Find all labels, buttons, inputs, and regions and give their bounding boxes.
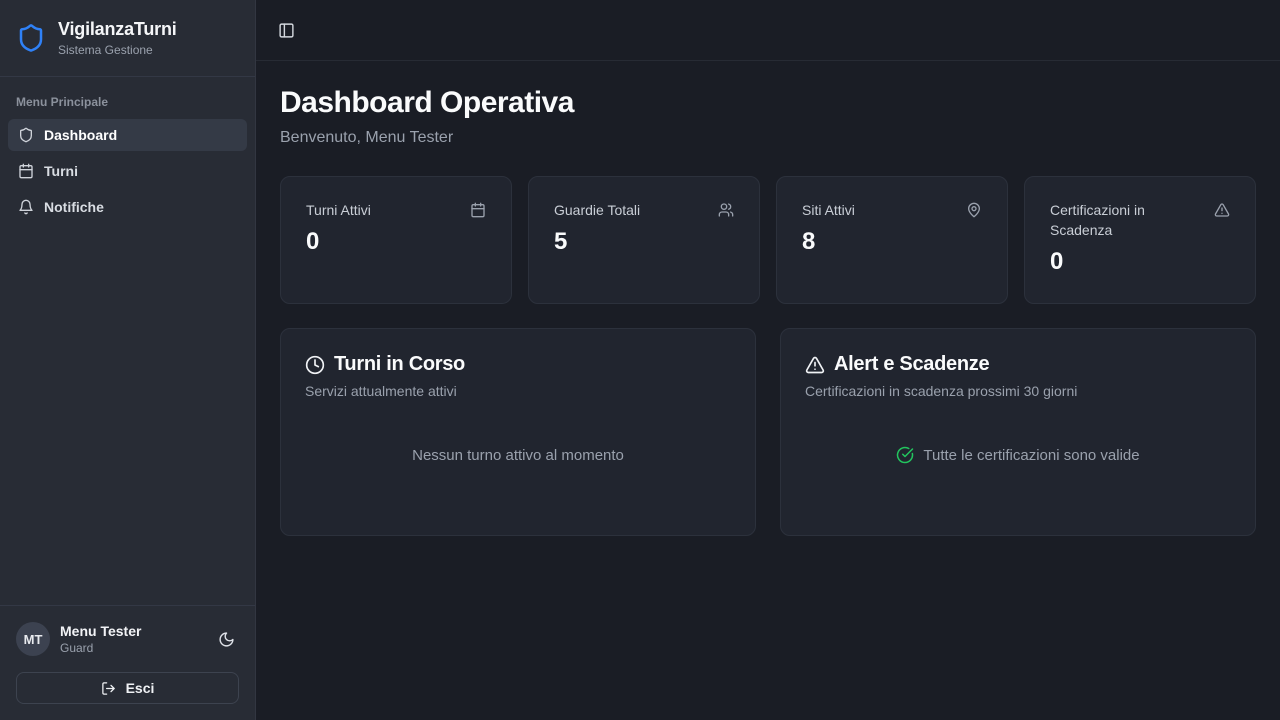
stat-value: 8: [802, 228, 982, 256]
main-area: Dashboard Operativa Benvenuto, Menu Test…: [256, 0, 1280, 720]
stat-card-turni-attivi: Turni Attivi 0: [280, 176, 512, 304]
sidebar: VigilanzaTurni Sistema Gestione Menu Pri…: [0, 0, 256, 720]
stats-grid: Turni Attivi 0 Guardie Totali 5: [280, 176, 1256, 304]
dashboard-content: Dashboard Operativa Benvenuto, Menu Test…: [256, 61, 1280, 720]
empty-state-text: Tutte le certificazioni sono valide: [923, 447, 1139, 464]
user-role: Guard: [60, 641, 204, 655]
sidebar-item-label: Turni: [44, 163, 78, 179]
stat-label: Turni Attivi: [306, 200, 371, 220]
panel-empty-state: Nessun turno attivo al momento: [305, 399, 731, 511]
panel-subtitle: Servizi attualmente attivi: [305, 383, 731, 399]
alert-triangle-icon: [1214, 202, 1230, 218]
empty-state-text: Nessun turno attivo al momento: [412, 447, 624, 464]
brand-text: VigilanzaTurni Sistema Gestione: [58, 19, 177, 57]
check-circle-icon: [896, 446, 914, 464]
stat-card-siti-attivi: Siti Attivi 8: [776, 176, 1008, 304]
bell-icon: [18, 199, 34, 215]
sidebar-item-label: Notifiche: [44, 199, 104, 215]
theme-toggle-button[interactable]: [214, 627, 239, 652]
stat-value: 5: [554, 228, 734, 256]
calendar-icon: [470, 202, 486, 218]
clock-icon: [305, 355, 325, 375]
panels-grid: Turni in Corso Servizi attualmente attiv…: [280, 328, 1256, 536]
stat-label: Certificazioni in Scadenza: [1050, 200, 1206, 240]
stat-card-certificazioni: Certificazioni in Scadenza 0: [1024, 176, 1256, 304]
brand-title: VigilanzaTurni: [58, 19, 177, 40]
logout-icon: [101, 681, 116, 696]
stat-label: Siti Attivi: [802, 200, 855, 220]
page-title: Dashboard Operativa: [280, 86, 1256, 120]
panel-turni-in-corso: Turni in Corso Servizi attualmente attiv…: [280, 328, 756, 536]
moon-icon: [218, 631, 235, 648]
user-meta: Menu Tester Guard: [60, 623, 204, 655]
user-name: Menu Tester: [60, 623, 204, 639]
stat-value: 0: [1050, 248, 1230, 276]
sidebar-item-label: Dashboard: [44, 127, 117, 143]
stat-card-guardie-totali: Guardie Totali 5: [528, 176, 760, 304]
panel-empty-state: Tutte le certificazioni sono valide: [805, 399, 1231, 511]
logout-label: Esci: [126, 680, 155, 696]
sidebar-item-notifiche[interactable]: Notifiche: [8, 191, 247, 223]
panel-left-icon: [278, 22, 295, 39]
sidebar-toggle-button[interactable]: [278, 22, 295, 39]
sidebar-item-turni[interactable]: Turni: [8, 155, 247, 187]
shield-icon: [16, 23, 46, 53]
stat-value: 0: [306, 228, 486, 256]
map-pin-icon: [966, 202, 982, 218]
main-nav: Dashboard Turni Notifiche: [0, 119, 255, 223]
sidebar-item-dashboard[interactable]: Dashboard: [8, 119, 247, 151]
sidebar-spacer: [0, 223, 255, 605]
brand: VigilanzaTurni Sistema Gestione: [0, 0, 255, 77]
logout-button[interactable]: Esci: [16, 672, 239, 704]
page-subtitle: Benvenuto, Menu Tester: [280, 129, 1256, 147]
stat-label: Guardie Totali: [554, 200, 640, 220]
calendar-icon: [18, 163, 34, 179]
alert-triangle-icon: [805, 355, 825, 375]
users-icon: [718, 202, 734, 218]
sidebar-footer: MT Menu Tester Guard Esci: [0, 605, 255, 720]
avatar: MT: [16, 622, 50, 656]
panel-title: Alert e Scadenze: [834, 353, 989, 376]
nav-section-label: Menu Principale: [0, 77, 255, 119]
panel-alert-scadenze: Alert e Scadenze Certificazioni in scade…: [780, 328, 1256, 536]
user-row: MT Menu Tester Guard: [16, 622, 239, 656]
panel-title: Turni in Corso: [334, 353, 465, 376]
shield-icon: [18, 127, 34, 143]
brand-subtitle: Sistema Gestione: [58, 43, 177, 57]
topbar: [256, 0, 1280, 61]
panel-subtitle: Certificazioni in scadenza prossimi 30 g…: [805, 383, 1231, 399]
